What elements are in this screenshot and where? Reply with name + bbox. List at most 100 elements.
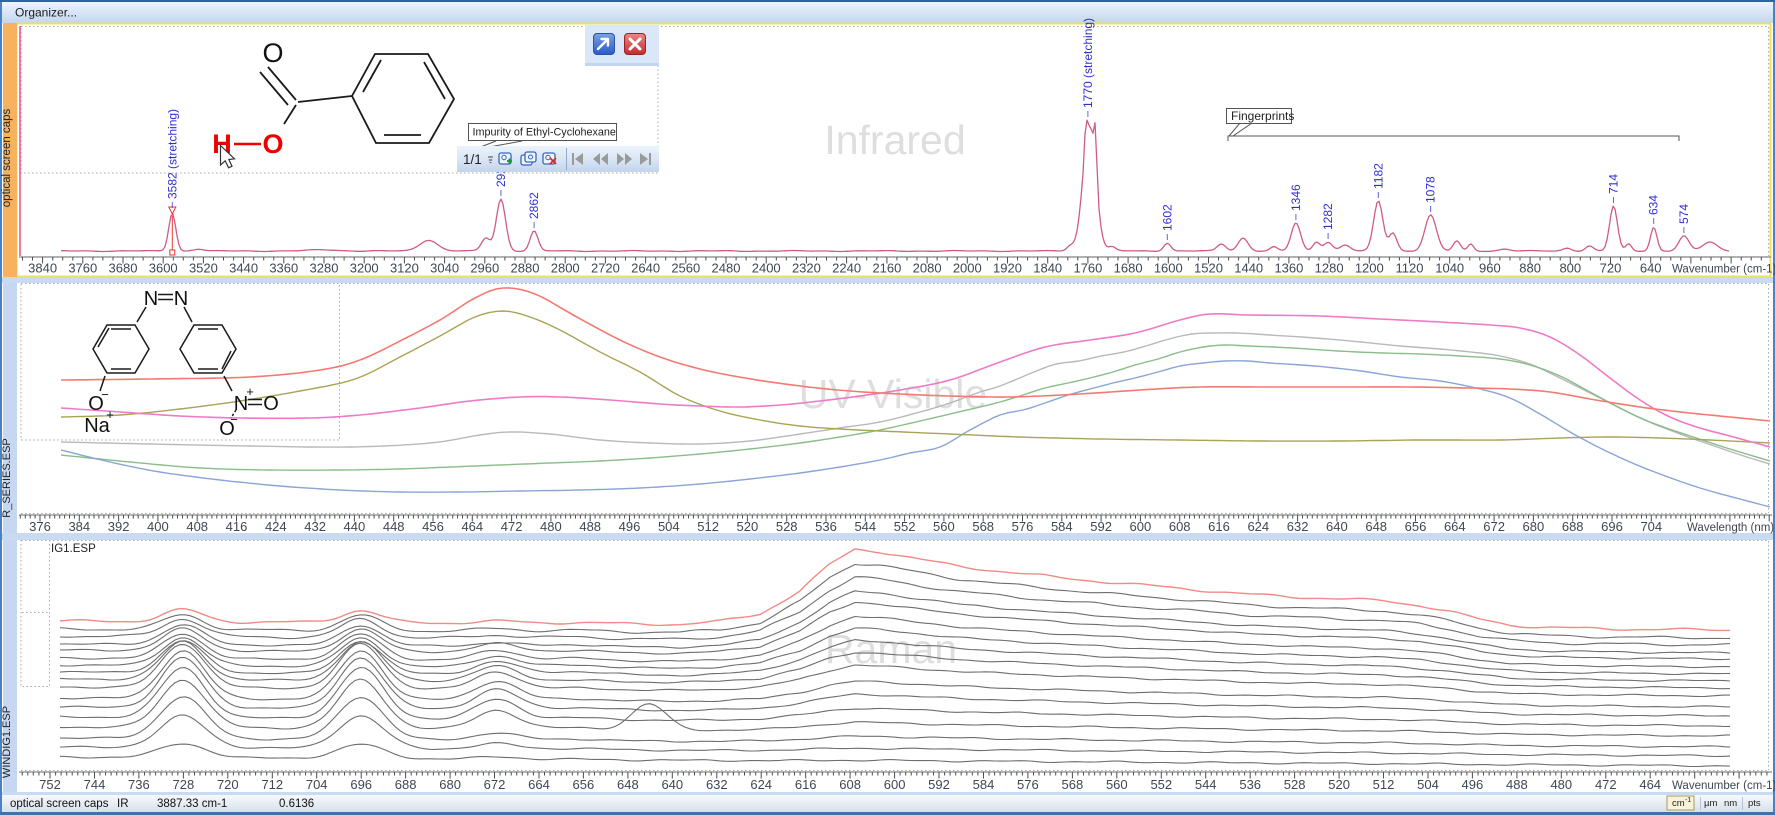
svg-text:IG1.ESP: IG1.ESP bbox=[51, 543, 96, 555]
svg-text:528: 528 bbox=[776, 519, 798, 534]
svg-text:2720: 2720 bbox=[591, 261, 620, 276]
svg-text:496: 496 bbox=[619, 519, 641, 534]
svg-text:Raman: Raman bbox=[825, 626, 957, 672]
svg-text:616: 616 bbox=[1208, 519, 1230, 534]
svg-text:1920: 1920 bbox=[993, 261, 1022, 276]
svg-text:672: 672 bbox=[484, 777, 506, 792]
svg-text:400: 400 bbox=[147, 519, 169, 534]
svg-text:1520: 1520 bbox=[1194, 261, 1223, 276]
svg-text:576: 576 bbox=[1017, 777, 1039, 792]
svg-text:+: + bbox=[106, 407, 114, 422]
svg-text:704: 704 bbox=[1640, 519, 1662, 534]
svg-text:696: 696 bbox=[1601, 519, 1623, 534]
svg-text:WINDIG1.ESP: WINDIG1.ESP bbox=[1, 706, 13, 778]
svg-text:2000: 2000 bbox=[953, 261, 982, 276]
svg-text:456: 456 bbox=[422, 519, 444, 534]
svg-text:3280: 3280 bbox=[310, 261, 339, 276]
svg-text:1282: 1282 bbox=[1321, 203, 1335, 230]
svg-text:440: 440 bbox=[344, 519, 366, 534]
svg-text:528: 528 bbox=[1284, 777, 1306, 792]
svg-text:Wavelength (nm): Wavelength (nm) bbox=[1687, 522, 1774, 534]
svg-text:IR: IR bbox=[117, 798, 129, 810]
svg-text:0.6136: 0.6136 bbox=[279, 798, 314, 810]
svg-text:472: 472 bbox=[501, 519, 523, 534]
svg-text:416: 416 bbox=[226, 519, 248, 534]
svg-text:1078: 1078 bbox=[1424, 176, 1438, 203]
svg-text:432: 432 bbox=[304, 519, 326, 534]
svg-text:2320: 2320 bbox=[792, 261, 821, 276]
svg-text:Wavenumber (cm-1): Wavenumber (cm-1) bbox=[1672, 780, 1775, 792]
svg-text:608: 608 bbox=[1169, 519, 1191, 534]
svg-text:648: 648 bbox=[617, 777, 639, 792]
svg-text:592: 592 bbox=[928, 777, 950, 792]
svg-text:736: 736 bbox=[128, 777, 150, 792]
svg-text:cm: cm bbox=[1672, 798, 1685, 809]
svg-text:608: 608 bbox=[839, 777, 861, 792]
svg-text:3887.33 cm-1: 3887.33 cm-1 bbox=[157, 798, 227, 810]
svg-text:3440: 3440 bbox=[229, 261, 258, 276]
svg-text:optical screen caps: optical screen caps bbox=[10, 798, 109, 810]
svg-text:R_SERIES.ESP: R_SERIES.ESP bbox=[1, 438, 13, 517]
svg-text:632: 632 bbox=[1287, 519, 1309, 534]
svg-text:800: 800 bbox=[1559, 261, 1581, 276]
svg-text:640: 640 bbox=[1640, 261, 1662, 276]
svg-text:632: 632 bbox=[706, 777, 728, 792]
svg-text:640: 640 bbox=[1326, 519, 1348, 534]
svg-text:552: 552 bbox=[894, 519, 916, 534]
svg-text:664: 664 bbox=[1444, 519, 1466, 534]
svg-text:544: 544 bbox=[1195, 777, 1217, 792]
svg-text:Impurity of Ethyl-Cyclohexane: Impurity of Ethyl-Cyclohexane bbox=[473, 127, 616, 139]
svg-text:3520: 3520 bbox=[189, 261, 218, 276]
svg-text:752: 752 bbox=[39, 777, 61, 792]
svg-text:−: − bbox=[101, 387, 109, 402]
svg-text:1760: 1760 bbox=[1073, 261, 1102, 276]
svg-text:Wavenumber (cm-1): Wavenumber (cm-1) bbox=[1672, 264, 1775, 276]
svg-text:2560: 2560 bbox=[671, 261, 700, 276]
svg-text:744: 744 bbox=[84, 777, 106, 792]
svg-text:656: 656 bbox=[573, 777, 595, 792]
svg-text:1840: 1840 bbox=[1033, 261, 1062, 276]
svg-text:2800: 2800 bbox=[551, 261, 580, 276]
svg-text:408: 408 bbox=[186, 519, 208, 534]
svg-text:1770 (stretching): 1770 (stretching) bbox=[1081, 18, 1095, 108]
svg-text:472: 472 bbox=[1595, 777, 1617, 792]
svg-text:1182: 1182 bbox=[1371, 163, 1385, 189]
svg-text:+: + bbox=[246, 384, 254, 399]
svg-text:O: O bbox=[262, 129, 283, 159]
svg-text:384: 384 bbox=[68, 519, 90, 534]
svg-text:3600: 3600 bbox=[149, 261, 178, 276]
svg-text:−: − bbox=[230, 412, 238, 427]
svg-text:504: 504 bbox=[658, 519, 680, 534]
svg-text:N: N bbox=[144, 288, 158, 310]
svg-text:648: 648 bbox=[1365, 519, 1387, 534]
svg-text:728: 728 bbox=[173, 777, 195, 792]
svg-text:optical screen caps: optical screen caps bbox=[1, 109, 13, 208]
svg-text:536: 536 bbox=[1239, 777, 1261, 792]
svg-text:O: O bbox=[262, 38, 283, 68]
svg-text:656: 656 bbox=[1405, 519, 1427, 534]
svg-text:512: 512 bbox=[697, 519, 719, 534]
svg-text:672: 672 bbox=[1483, 519, 1505, 534]
svg-text:1440: 1440 bbox=[1234, 261, 1263, 276]
svg-text:1/1: 1/1 bbox=[463, 152, 482, 167]
svg-text:2960: 2960 bbox=[470, 261, 499, 276]
svg-text:496: 496 bbox=[1462, 777, 1484, 792]
svg-text:3040: 3040 bbox=[430, 261, 459, 276]
svg-text:544: 544 bbox=[854, 519, 876, 534]
svg-text:520: 520 bbox=[1328, 777, 1350, 792]
svg-text:pts: pts bbox=[1748, 798, 1761, 809]
svg-text:520: 520 bbox=[737, 519, 759, 534]
svg-text:Organizer...: Organizer... bbox=[15, 6, 77, 20]
svg-text:2160: 2160 bbox=[872, 261, 901, 276]
svg-text:664: 664 bbox=[528, 777, 550, 792]
svg-text:392: 392 bbox=[108, 519, 130, 534]
svg-text:624: 624 bbox=[1247, 519, 1269, 534]
svg-text:2640: 2640 bbox=[631, 261, 660, 276]
svg-text:376: 376 bbox=[29, 519, 51, 534]
svg-text:680: 680 bbox=[439, 777, 461, 792]
svg-text:3840: 3840 bbox=[28, 261, 57, 276]
svg-text:424: 424 bbox=[265, 519, 287, 534]
svg-text:-1: -1 bbox=[1685, 797, 1691, 804]
svg-text:584: 584 bbox=[1051, 519, 1073, 534]
svg-text:1602: 1602 bbox=[1160, 204, 1174, 231]
